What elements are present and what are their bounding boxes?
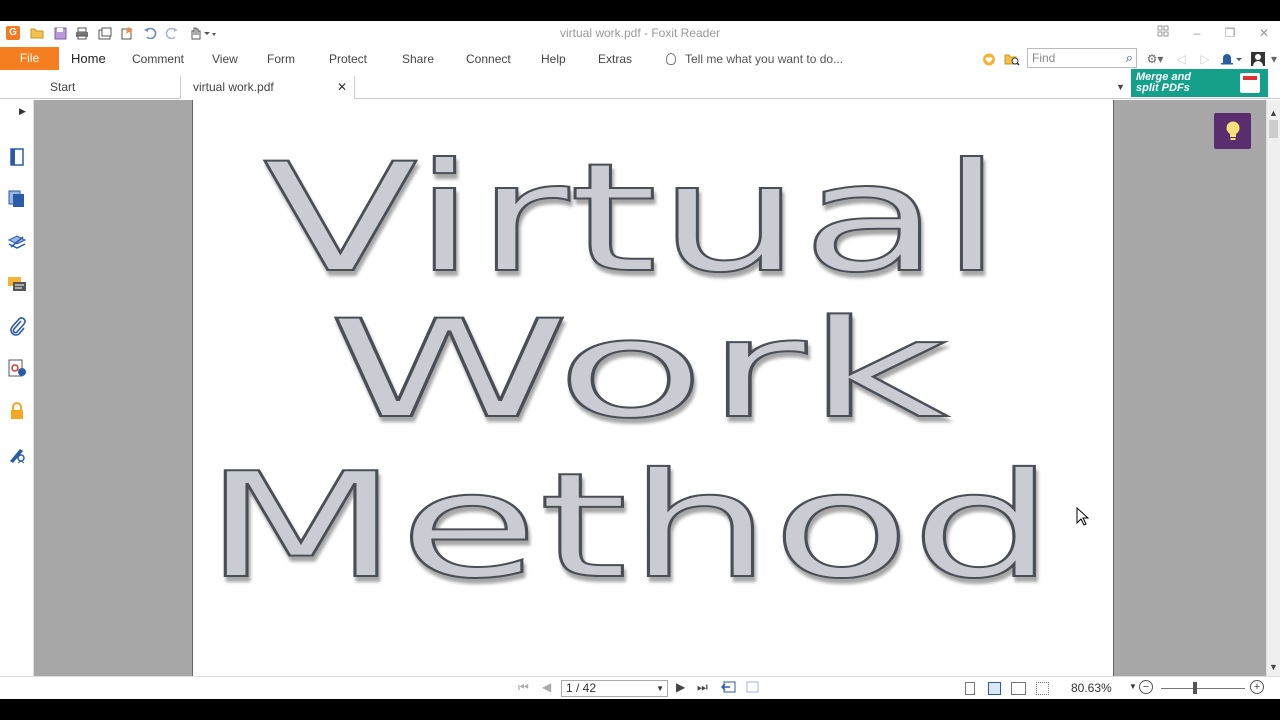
hand-tool-dropdown-icon[interactable]	[188, 25, 218, 41]
menu-bar: File Home Comment View Form Protect Shar…	[0, 47, 1280, 71]
close-window-button[interactable]: ✕	[1253, 24, 1275, 42]
menu-extras[interactable]: Extras	[598, 47, 632, 71]
notification-bell-icon[interactable]	[1219, 51, 1245, 67]
ribbon-options-icon[interactable]	[1152, 24, 1174, 42]
tab-start[interactable]: Start	[36, 76, 180, 99]
security-lock-icon[interactable]	[7, 401, 27, 421]
title-bar: G virtual work.pdf - Foxit Reader – ❐ ✕	[0, 21, 1280, 45]
document-viewport[interactable]: Virtual Work Method	[34, 100, 1266, 676]
lightbulb-tip-icon	[1226, 121, 1239, 140]
scan-icon[interactable]	[97, 25, 113, 41]
doc-line-work: Work	[328, 291, 948, 448]
menu-share[interactable]: Share	[402, 47, 434, 71]
menu-form[interactable]: Form	[267, 47, 295, 71]
expand-panel-icon[interactable]: ▶	[19, 106, 26, 117]
document-tab-bar: Start virtual work.pdf ✕ ▼	[0, 76, 1280, 99]
doc-line-virtual: Virtual	[263, 132, 1003, 306]
find-placeholder: Find	[1032, 51, 1056, 65]
digital-signatures-icon[interactable]	[7, 358, 27, 378]
tip-lightbulb-button[interactable]	[1214, 113, 1251, 149]
pdf-icon	[1240, 73, 1260, 93]
zoom-out-icon[interactable]: −	[1139, 680, 1153, 694]
tab-doc-label: virtual work.pdf	[193, 80, 274, 94]
lightbulb-icon	[666, 53, 676, 65]
print-icon[interactable]	[74, 25, 90, 41]
file-menu-button[interactable]: File	[0, 47, 59, 70]
vertical-scrollbar[interactable]: ▲ ▼	[1266, 100, 1280, 676]
undo-icon[interactable]	[142, 25, 158, 41]
bookmarks-icon[interactable]	[7, 147, 27, 167]
nav-back-icon[interactable]: ◁	[1173, 51, 1189, 67]
continuous-facing-view-icon[interactable]	[1036, 682, 1049, 695]
continuous-view-icon[interactable]	[988, 682, 1001, 695]
minimize-button[interactable]: –	[1186, 24, 1208, 42]
open-folder-icon[interactable]	[29, 25, 45, 41]
menu-protect[interactable]: Protect	[329, 47, 367, 71]
previous-page-icon[interactable]: ◀	[542, 680, 551, 694]
scroll-up-icon[interactable]: ▲	[1269, 108, 1278, 118]
find-input[interactable]: Find ⌕	[1027, 48, 1137, 68]
gear-settings-icon[interactable]: ⚙▾	[1144, 51, 1166, 67]
new-document-icon[interactable]	[119, 25, 135, 41]
zoom-slider-knob[interactable]	[1193, 682, 1197, 694]
tell-me-search[interactable]: Tell me what you want to do...	[666, 47, 843, 71]
menu-help[interactable]: Help	[541, 47, 566, 71]
menu-connect[interactable]: Connect	[466, 47, 511, 71]
zoom-slider[interactable]	[1161, 682, 1245, 694]
menu-view[interactable]: View	[212, 47, 238, 71]
scroll-down-icon[interactable]: ▼	[1269, 662, 1278, 672]
first-page-icon[interactable]: ⏮	[518, 680, 529, 695]
mouse-cursor-icon	[1076, 507, 1090, 526]
menu-home[interactable]: Home	[71, 47, 106, 71]
last-page-icon[interactable]: ⏭	[697, 680, 708, 695]
next-view-icon[interactable]	[745, 680, 761, 697]
page-scan-graphic: Virtual Work Method	[202, 131, 1056, 612]
favorite-heart-icon[interactable]	[981, 51, 997, 67]
search-icon[interactable]: ⌕	[1126, 50, 1133, 66]
facing-view-icon[interactable]	[1011, 682, 1026, 695]
attachments-paperclip-icon[interactable]	[7, 316, 27, 336]
zoom-dropdown-icon[interactable]: ▼	[1129, 682, 1137, 691]
redo-icon[interactable]	[164, 25, 180, 41]
more-options-icon[interactable]: ▾	[1268, 51, 1280, 67]
status-bar: ⏮ ◀ 1 / 42 ▼ ▶ ⏭ 80.63% ▼ − +	[0, 676, 1280, 699]
folder-search-icon[interactable]	[1004, 51, 1020, 67]
menu-comment[interactable]: Comment	[132, 47, 184, 71]
nav-forward-icon[interactable]: ▷	[1197, 51, 1213, 67]
comments-icon[interactable]	[7, 274, 27, 294]
pages-thumbnails-icon[interactable]	[7, 189, 27, 209]
zoom-in-icon[interactable]: +	[1250, 680, 1264, 694]
save-icon[interactable]	[52, 25, 68, 41]
tab-list-dropdown-icon[interactable]: ▼	[1116, 82, 1125, 92]
user-account-icon[interactable]	[1250, 51, 1266, 67]
next-page-icon[interactable]: ▶	[676, 680, 685, 694]
tab-start-label: Start	[50, 80, 76, 94]
previous-view-icon[interactable]	[721, 680, 737, 697]
merge-split-ad-banner[interactable]: Merge and split PDFs	[1131, 69, 1268, 97]
layers-icon[interactable]	[7, 232, 27, 252]
doc-line-method: Method	[203, 442, 1055, 611]
pdf-page: Virtual Work Method	[192, 100, 1114, 676]
app-logo-icon[interactable]: G	[6, 26, 20, 40]
close-tab-icon[interactable]: ✕	[337, 76, 347, 99]
navigation-sidebar: ▶	[0, 100, 34, 676]
page-dropdown-icon[interactable]: ▼	[656, 681, 664, 696]
tell-me-text: Tell me what you want to do...	[685, 52, 844, 66]
tab-virtual-work-pdf[interactable]: virtual work.pdf ✕	[180, 76, 355, 99]
content-edit-icon[interactable]	[7, 444, 27, 464]
restore-button[interactable]: ❐	[1219, 24, 1241, 42]
single-page-view-icon[interactable]	[965, 682, 975, 695]
page-number-value: 1 / 42	[566, 681, 597, 695]
page-number-input[interactable]: 1 / 42 ▼	[561, 680, 668, 697]
zoom-level[interactable]: 80.63%	[1071, 681, 1112, 695]
foxit-reader-window: G virtual work.pdf - Foxit Reader – ❐ ✕ …	[0, 21, 1280, 699]
scroll-thumb[interactable]	[1269, 120, 1278, 138]
